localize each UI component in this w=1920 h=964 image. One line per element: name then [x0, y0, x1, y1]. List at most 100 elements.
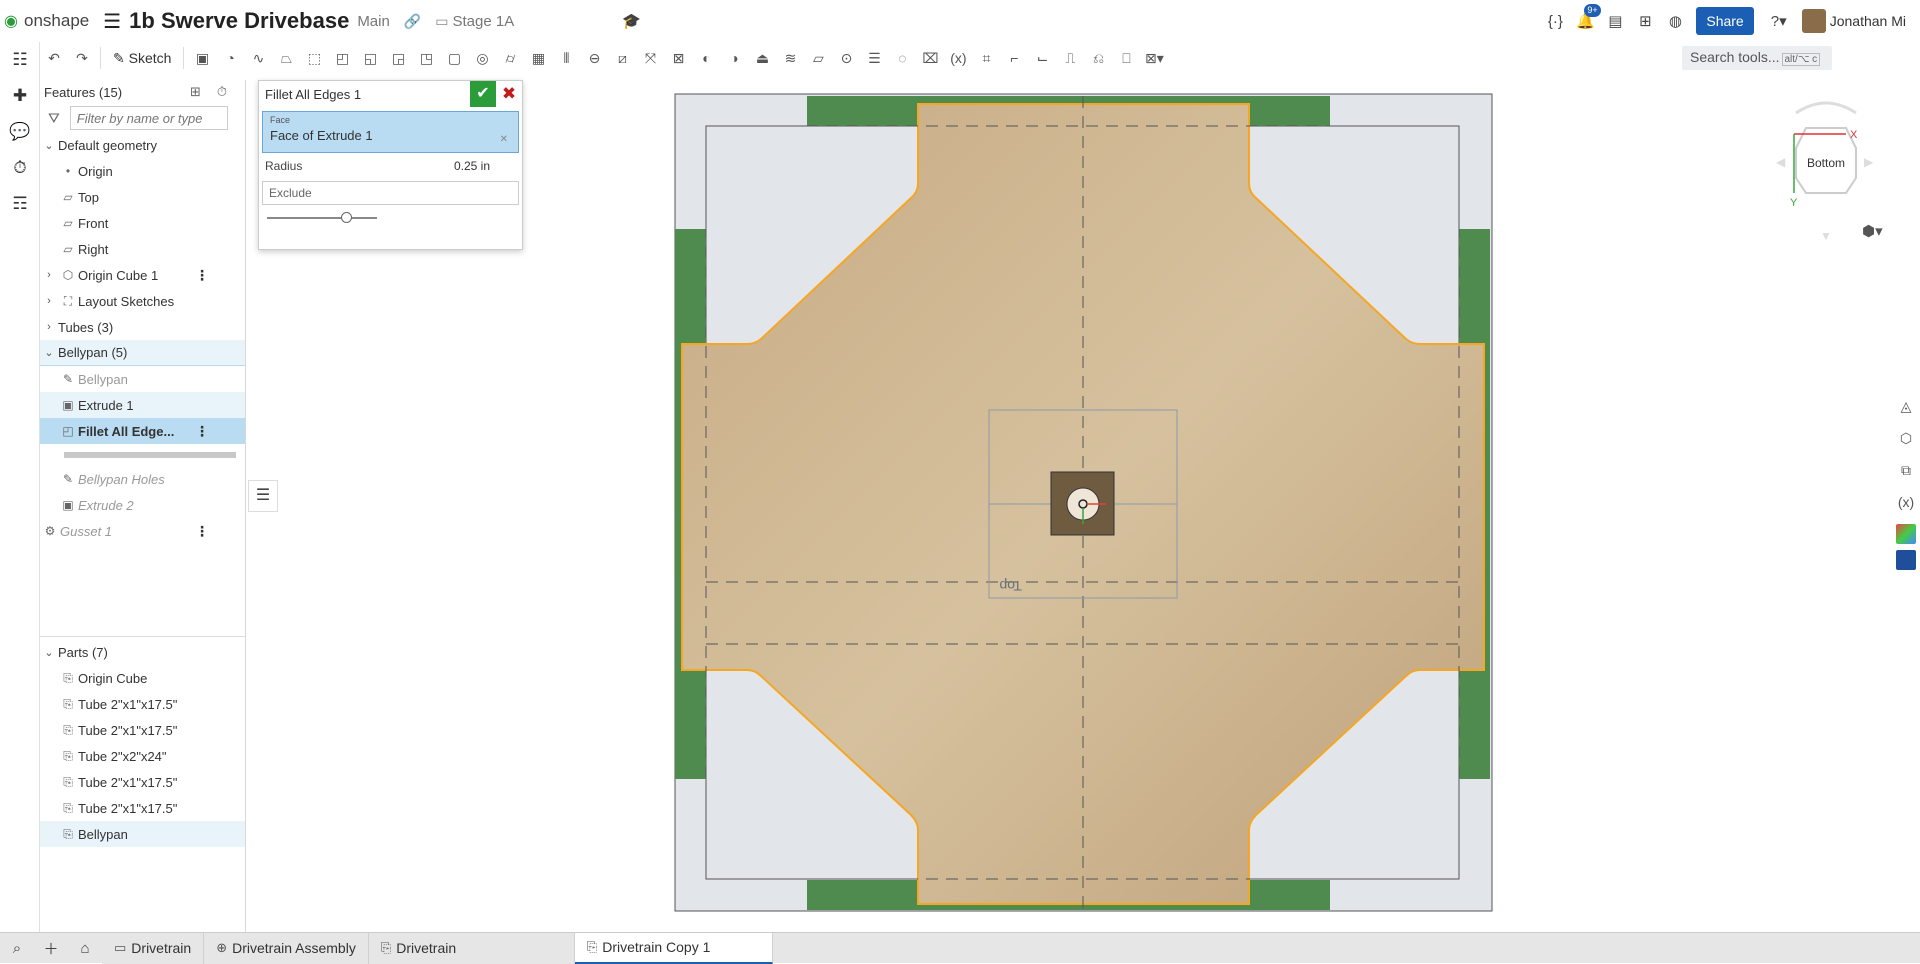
fillet-icon[interactable]: ◰ — [331, 47, 353, 69]
part-item[interactable]: ⎘ Tube 2"x1"x17.5" — [40, 691, 245, 717]
featurescript-icon[interactable]: {·} — [1540, 13, 1570, 30]
chevron-right-icon[interactable]: › — [40, 321, 58, 333]
face-value[interactable]: Face of Extrude 1 — [270, 128, 511, 143]
move-face-icon[interactable]: ◑ — [723, 47, 745, 69]
tree-item-origin[interactable]: • Origin — [40, 158, 245, 184]
tab-drivetrain-folder[interactable]: ▭ Drivetrain — [102, 932, 205, 964]
section-view-icon[interactable]: ⊠▾ — [1143, 47, 1165, 69]
radius-slider[interactable] — [267, 212, 377, 223]
variable-icon[interactable]: (x) — [947, 47, 969, 69]
redo-icon[interactable]: ↷ — [71, 47, 93, 69]
modify-fillet-icon[interactable]: ◐ — [695, 47, 717, 69]
extrude-icon[interactable]: ▣ — [191, 47, 213, 69]
dialog-title[interactable]: Fillet All Edges 1 — [265, 87, 361, 102]
split-icon[interactable]: ⧄ — [611, 47, 633, 69]
chevron-down-icon[interactable]: ⌄ — [40, 346, 58, 359]
onshape-logo[interactable]: ◉ onshape — [4, 11, 89, 31]
bend-icon[interactable]: ⎌ — [1087, 47, 1109, 69]
add-tab-icon[interactable]: ＋ — [34, 938, 68, 959]
tab-drivetrain[interactable]: ⎘ Drivetrain — [368, 932, 575, 964]
revolve-icon[interactable]: ◔ — [219, 47, 241, 69]
delete-part-icon[interactable]: ⊠ — [667, 47, 689, 69]
loft-icon[interactable]: ⏢ — [275, 47, 297, 69]
tree-item-top[interactable]: ▱ Top — [40, 184, 245, 210]
flat-icon[interactable]: ⎕ — [1115, 47, 1137, 69]
rollback-bar[interactable] — [64, 452, 236, 458]
avatar[interactable] — [1801, 9, 1826, 33]
helix-icon[interactable]: ◌ — [891, 47, 913, 69]
document-title[interactable]: 1b Swerve Drivebase — [129, 8, 349, 34]
appearance-icon[interactable]: ◬ — [1892, 390, 1920, 422]
view-cube[interactable]: Bottom X Y ◀ ▶ ▼ — [1776, 98, 1876, 248]
part-item[interactable]: ⎘ Tube 2"x1"x17.5" — [40, 769, 245, 795]
comments-icon[interactable]: 💬 — [0, 114, 40, 150]
menu-icon[interactable]: ☰ — [103, 9, 121, 34]
tab-drivetrain-assembly[interactable]: ⊕ Drivetrain Assembly — [204, 932, 369, 964]
properties-icon[interactable]: ☶ — [0, 186, 40, 222]
more-icon[interactable]: ⋮ — [195, 423, 209, 440]
chevron-down-icon[interactable]: ⌄ — [40, 646, 58, 659]
branch-label[interactable]: Main — [357, 13, 390, 30]
arrow-left-icon[interactable]: ◀ — [1776, 155, 1786, 169]
hole-icon[interactable]: ◎ — [471, 47, 493, 69]
feature-list-icon[interactable]: ☷ — [0, 42, 40, 78]
shell-icon[interactable]: ▢ — [443, 47, 465, 69]
part-item[interactable]: ⎘ Tube 2"x2"x24" — [40, 743, 245, 769]
tree-group-default-geometry[interactable]: ⌄ Default geometry — [40, 132, 245, 158]
tree-group-tubes[interactable]: › Tubes (3) — [40, 314, 245, 340]
radius-row[interactable]: Radius 0.25 in — [259, 153, 522, 179]
folder-name[interactable]: Stage 1A — [453, 13, 515, 30]
tab-drivetrain-copy[interactable]: ⎘ Drivetrain Copy 1 — [574, 932, 773, 964]
face-selection-box[interactable]: Face Face of Extrude 1 ✕ — [262, 111, 519, 153]
tree-group-parts[interactable]: ⌄ Parts (7) — [40, 639, 245, 665]
tree-item-fillet[interactable]: ◰ Fillet All Edge... ⋮ — [40, 418, 245, 444]
chevron-right-icon[interactable]: › — [40, 269, 58, 281]
app-mk-icon[interactable] — [1896, 550, 1916, 570]
feature-list-toggle-icon[interactable]: ☰ — [248, 480, 278, 512]
tree-item-bellypan-sketch[interactable]: ✎ Bellypan — [40, 366, 245, 392]
mirror-icon[interactable]: ⫴ — [555, 47, 577, 69]
more-icon[interactable]: ⋮ — [195, 267, 209, 284]
add-folder-icon[interactable]: ⊞ — [190, 84, 201, 100]
chevron-down-icon[interactable]: ⌄ — [40, 139, 58, 152]
tree-item-origin-cube[interactable]: › ⬡ Origin Cube 1 ⋮ — [40, 262, 245, 288]
app-color-icon[interactable] — [1896, 524, 1916, 544]
search-tools-input[interactable]: Search tools... alt/⌥ c — [1682, 46, 1832, 70]
tree-item-front[interactable]: ▱ Front — [40, 210, 245, 236]
mate-connector-icon[interactable]: ⊙ — [835, 47, 857, 69]
flange-icon[interactable]: ⌙ — [1031, 47, 1053, 69]
chamfer-icon[interactable]: ◱ — [359, 47, 381, 69]
filter-icon[interactable]: ⛛ — [48, 110, 60, 127]
rotate-arc-icon[interactable] — [1795, 101, 1857, 115]
plane-icon[interactable]: ▱ — [807, 47, 829, 69]
tree-item-extrude-2[interactable]: ▣ Extrude 2 — [40, 492, 245, 518]
exclude-field[interactable]: Exclude — [262, 181, 519, 205]
frame-icon[interactable]: ⌗ — [975, 47, 997, 69]
boolean-icon[interactable]: ⊖ — [583, 47, 605, 69]
replace-face-icon[interactable]: ⏏ — [751, 47, 773, 69]
thicken-icon[interactable]: ⬚ — [303, 47, 325, 69]
filter-input[interactable] — [69, 106, 228, 130]
globe-icon[interactable]: ◍ — [1660, 12, 1690, 30]
cylinder-icon[interactable]: ⌭ — [499, 47, 521, 69]
tree-group-bellypan[interactable]: ⌄ Bellypan (5) — [40, 340, 245, 366]
sketch-button[interactable]: ✎ Sketch — [113, 50, 171, 67]
link-icon[interactable]: 🔗 — [404, 13, 421, 30]
radius-input[interactable]: 0.25 in — [454, 159, 490, 173]
history-icon[interactable]: ⏱ — [0, 150, 40, 186]
education-icon[interactable]: 🎓 — [622, 12, 641, 30]
slider-handle[interactable] — [341, 212, 352, 223]
rib-icon[interactable]: ◳ — [415, 47, 437, 69]
search-tabs-icon[interactable]: ⌕ — [0, 940, 34, 957]
user-name[interactable]: Jonathan Mi — [1830, 13, 1906, 29]
cancel-x-icon[interactable]: ✖ — [496, 81, 522, 107]
arrow-right-icon[interactable]: ▶ — [1864, 155, 1874, 169]
arrow-down-icon[interactable]: ▼ — [1820, 229, 1832, 243]
home-icon[interactable]: ⌂ — [68, 940, 102, 957]
part-item[interactable]: ⎘ Tube 2"x1"x17.5" — [40, 795, 245, 821]
measure-icon[interactable]: ⌧ — [919, 47, 941, 69]
offset-surface-icon[interactable]: ≋ — [779, 47, 801, 69]
draft-icon[interactable]: ◲ — [387, 47, 409, 69]
transform-icon[interactable]: ⤧ — [639, 47, 661, 69]
configurations-icon[interactable]: ⧉ — [1892, 454, 1920, 486]
